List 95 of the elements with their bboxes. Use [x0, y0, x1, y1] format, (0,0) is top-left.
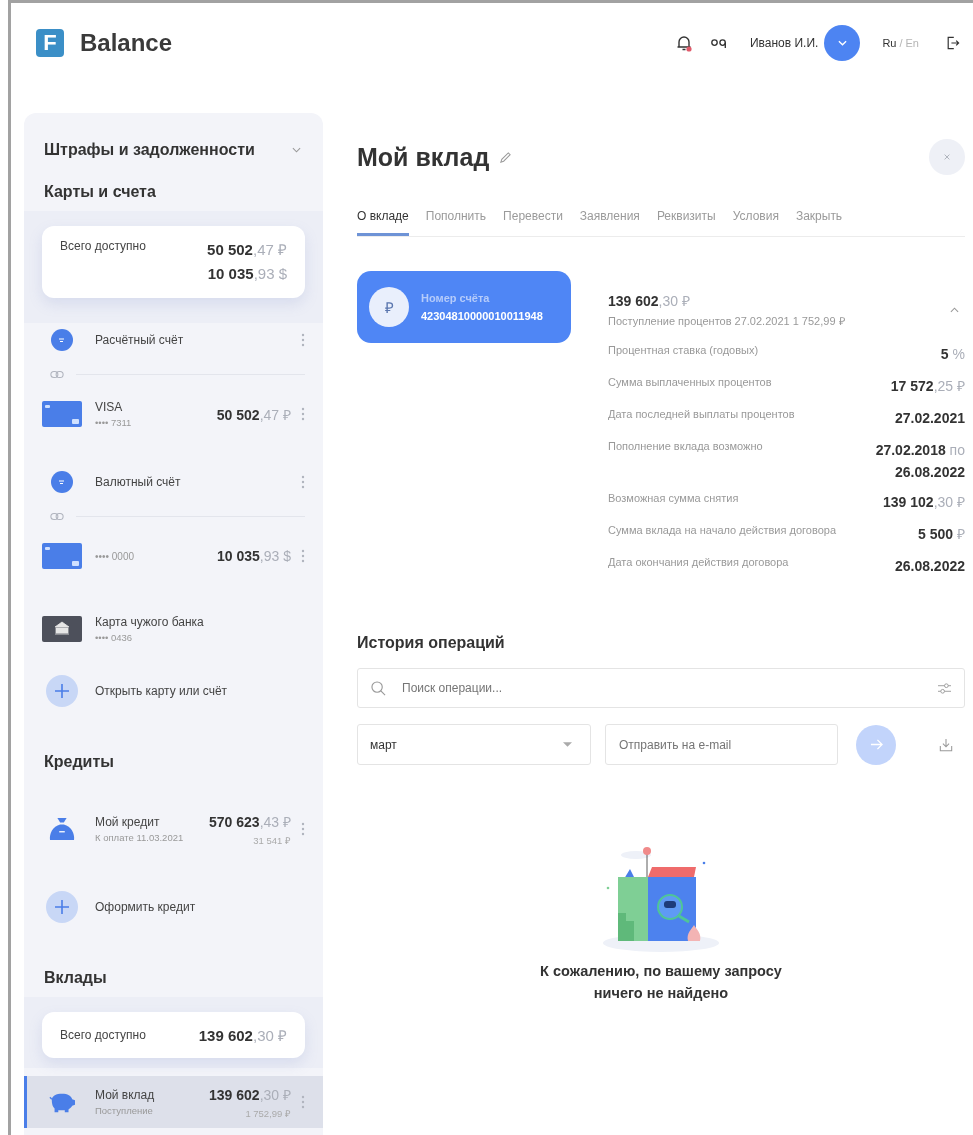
account-item[interactable]: Валютный счёт [24, 465, 323, 499]
detail-label: Пополнение вклада возможно [608, 440, 763, 452]
link-icon [50, 511, 64, 521]
detail-value: 27.02.2018 по 26.08.2022 [874, 441, 965, 482]
logout-icon[interactable] [945, 35, 961, 51]
email-field[interactable]: Отправить на e-mail [605, 724, 838, 765]
detail-label: Дата последней выплаты процентов [608, 408, 795, 420]
account-item[interactable]: •••• 0000 10 035,93 $ [24, 533, 323, 579]
detail-label: Процентная ставка (годовых) [608, 344, 759, 356]
item-name: Расчётный счёт [95, 333, 185, 347]
chevron-up-icon[interactable] [950, 306, 959, 313]
item-sub-amount: 31 541 ₽ [253, 833, 291, 847]
glasses-icon[interactable] [709, 37, 728, 49]
account-label: Номер счёта [421, 292, 491, 304]
empty-message: К сожалению, по вашему запросу ничего не найдено [539, 962, 783, 1003]
deposit-amount: 139 602,30 ₽ [608, 292, 691, 310]
user-name[interactable]: Иванов И.И. [749, 36, 819, 50]
more-icon[interactable] [301, 549, 305, 563]
language-separator: / [899, 37, 903, 49]
card-number: •••• 7311 [95, 417, 133, 428]
logo-mark: F [36, 29, 64, 57]
search-field[interactable]: Поиск операции... [357, 668, 965, 708]
bank-card-icon [42, 616, 82, 642]
item-subtitle: Поступление [95, 1105, 154, 1116]
item-sub-amount: 1 752,99 ₽ [245, 1106, 291, 1120]
item-name: Карта чужого банка [95, 615, 205, 629]
section-title: Вклады [43, 969, 108, 987]
plus-icon [46, 675, 78, 707]
summary-label: Всего доступно [60, 239, 146, 253]
total-amount: 10 035,93 $ [207, 265, 287, 282]
brand-name: Balance [80, 29, 173, 57]
card-number: •••• 0000 [95, 550, 136, 562]
tab[interactable]: О вкладе [357, 209, 409, 236]
detail-value: 26.08.2022 [894, 557, 965, 576]
section-title: Кредиты [43, 753, 115, 771]
item-name: VISA [95, 400, 124, 414]
more-icon[interactable] [301, 333, 305, 347]
item-amount: 50 502,47 ₽ [216, 405, 291, 424]
item-subtitle: К оплате 11.03.2021 [95, 832, 185, 843]
income-text: Поступление процентов 27.02.2021 1 752,99 ₽ [608, 314, 845, 328]
account-icon [51, 329, 73, 351]
card-number: •••• 0436 [95, 632, 134, 643]
dropdown-arrow-icon [563, 742, 572, 747]
arrow-right-icon [869, 738, 883, 751]
detail-value: 5 500 ₽ [918, 525, 965, 544]
section-title: Карты и счета [43, 183, 157, 201]
account-item[interactable]: Расчётный счёт [24, 323, 323, 357]
section-title: История операций [357, 634, 506, 652]
filter-icon[interactable] [937, 681, 952, 695]
chevron-down-icon[interactable] [292, 147, 301, 153]
item-name: Мой вклад [95, 1088, 156, 1102]
section-title[interactable]: Штрафы и задолженности [44, 141, 255, 159]
detail-label: Сумма выплаченных процентов [608, 376, 772, 388]
more-icon[interactable] [301, 1095, 305, 1109]
account-icon [51, 471, 73, 493]
detail-label: Возможная сумма снятия [608, 492, 739, 504]
search-input[interactable]: Поиск операции... [400, 680, 937, 696]
detail-label: Дата окончания действия договора [608, 556, 789, 568]
more-icon[interactable] [301, 475, 305, 489]
search-icon [371, 680, 386, 696]
page-title: Мой вклад [357, 142, 490, 172]
currency-badge: ₽ [369, 287, 409, 327]
item-name: Мой кредит [95, 815, 161, 829]
card-icon [42, 543, 82, 569]
card-icon [42, 401, 82, 427]
close-button[interactable] [929, 139, 965, 175]
plus-icon [46, 891, 78, 923]
account-item[interactable]: Карта чужого банка •••• 0436 [24, 607, 323, 651]
download-icon[interactable] [939, 737, 953, 752]
money-bag-icon [49, 817, 75, 841]
month-dropdown[interactable]: март [357, 724, 591, 765]
add-item[interactable]: Открыть карту или счёт [24, 671, 323, 711]
detail-value: 139 102,30 ₽ [883, 493, 965, 512]
link-icon [50, 369, 64, 379]
total-amount: 139 602,30 ₽ [198, 1026, 287, 1045]
more-icon[interactable] [301, 407, 305, 421]
user-menu-button[interactable] [824, 25, 861, 61]
chevron-down-icon [837, 40, 847, 46]
language-option[interactable]: Ru [882, 37, 897, 49]
detail-label: Сумма вклада на начало действия договора [608, 524, 836, 536]
add-item[interactable]: Оформить кредит [24, 887, 323, 927]
more-icon[interactable] [301, 822, 305, 836]
detail-value: 27.02.2021 [894, 409, 965, 428]
account-item[interactable]: Мой кредит К оплате 11.03.2021 570 623,43 ₽ 31 541 ₽ [24, 805, 323, 853]
item-amount: 10 035,93 $ [217, 548, 291, 564]
item-amount: 570 623,43 ₽ [209, 812, 291, 831]
detail-value: 5 % [940, 345, 965, 364]
account-number: 42304810000010011948 [421, 310, 543, 322]
detail-value: 17 572,25 ₽ [890, 377, 965, 396]
account-item[interactable]: VISA •••• 7311 50 502,47 ₽ [24, 391, 323, 437]
item-name: Валютный счёт [95, 475, 182, 489]
close-icon [943, 153, 951, 161]
summary-label: Всего доступно [60, 1028, 146, 1042]
total-amount: 50 502,47 ₽ [207, 240, 287, 259]
edit-icon[interactable] [499, 150, 513, 164]
